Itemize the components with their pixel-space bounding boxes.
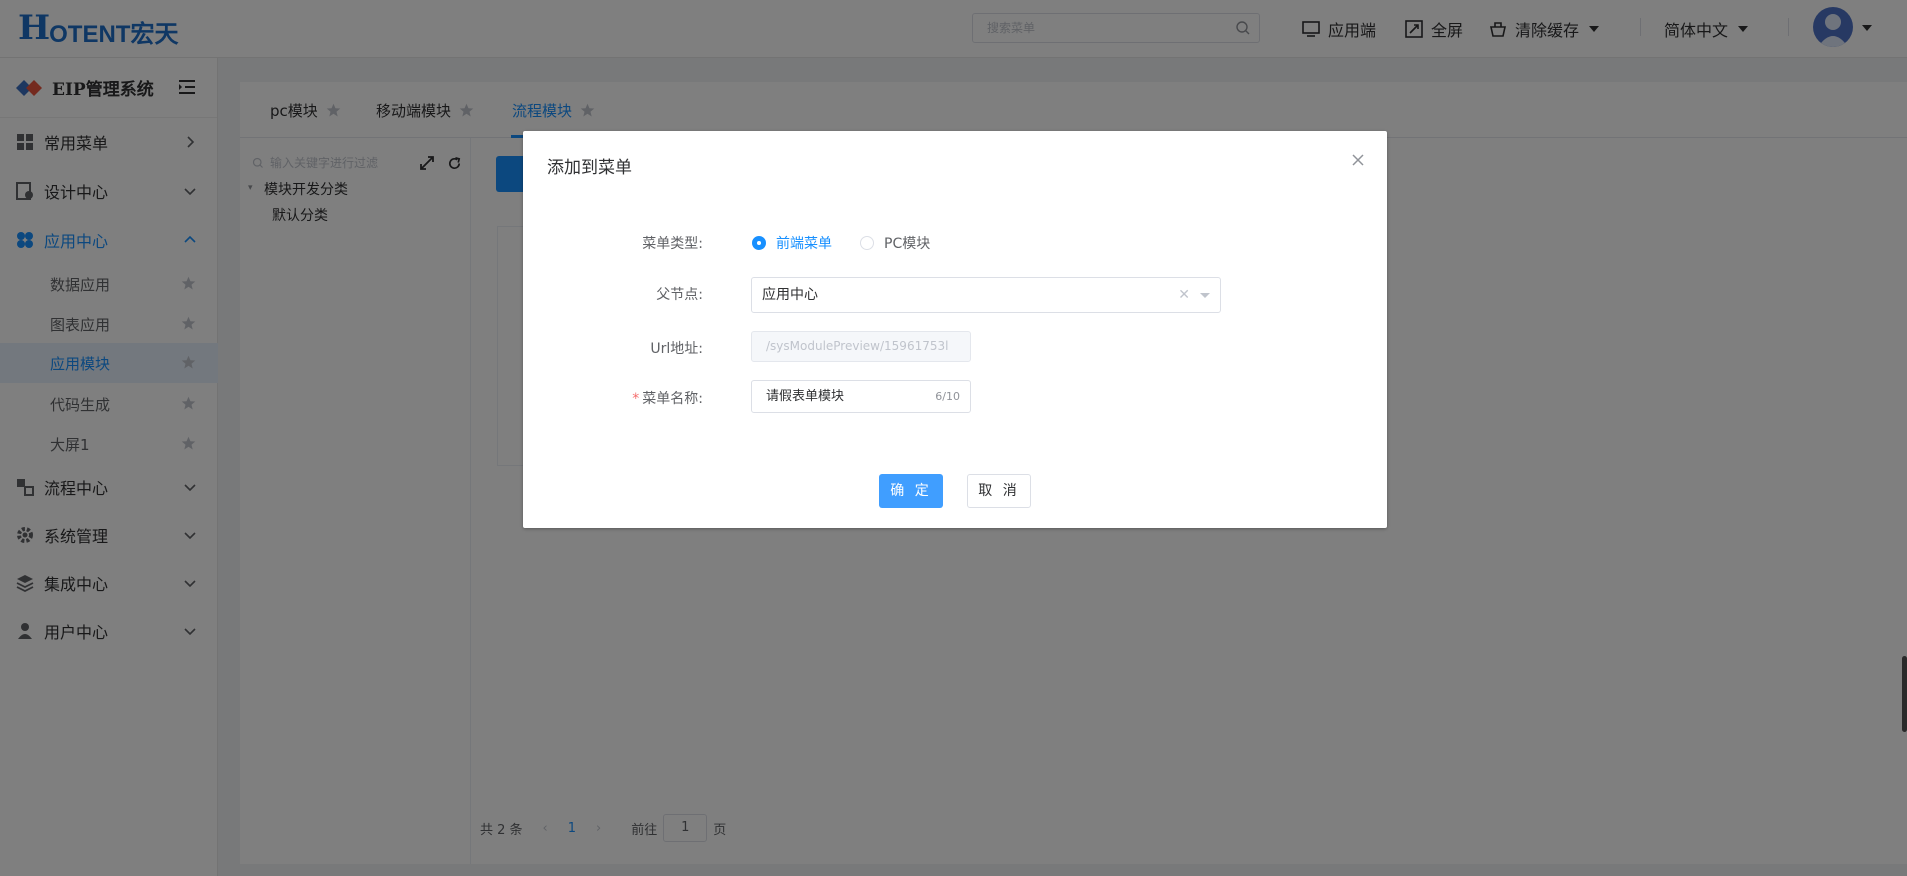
radio-pc-module[interactable]: PC模块 (860, 233, 930, 253)
add-to-menu-dialog: 添加到菜单 菜单类型: 前端菜单 PC模块 父节点: 应用中心 ✕ Url地址:… (523, 131, 1387, 528)
char-count: 6/10 (935, 390, 960, 403)
dialog-title: 添加到菜单 (547, 158, 632, 178)
url-field[interactable]: /sysModulePreview/15961753l (751, 331, 971, 362)
confirm-button[interactable]: 确 定 (879, 474, 943, 508)
close-icon[interactable] (1351, 153, 1365, 167)
parent-node-label: 父节点: (656, 287, 703, 303)
required-mark: * (632, 391, 640, 407)
cancel-button[interactable]: 取 消 (967, 474, 1031, 508)
url-label: Url地址: (650, 341, 703, 357)
radio-dot (860, 236, 874, 250)
caret-down-icon (1200, 293, 1210, 298)
menu-name-field[interactable]: 请假表单模块 6/10 (751, 380, 971, 413)
radio-front-menu[interactable]: 前端菜单 (752, 233, 832, 253)
parent-node-value: 应用中心 (762, 287, 818, 303)
clear-icon[interactable]: ✕ (1178, 278, 1190, 312)
radio-front-label: 前端菜单 (776, 236, 832, 252)
menu-name-value: 请假表单模块 (766, 389, 845, 404)
menu-name-label-wrap: * 菜单名称: (523, 388, 703, 408)
radio-pc-label: PC模块 (884, 236, 931, 252)
menu-name-label: 菜单名称: (642, 391, 703, 407)
radio-dot (752, 236, 766, 250)
parent-node-select[interactable]: 应用中心 ✕ (751, 277, 1221, 313)
menu-type-label: 菜单类型: (642, 236, 703, 252)
